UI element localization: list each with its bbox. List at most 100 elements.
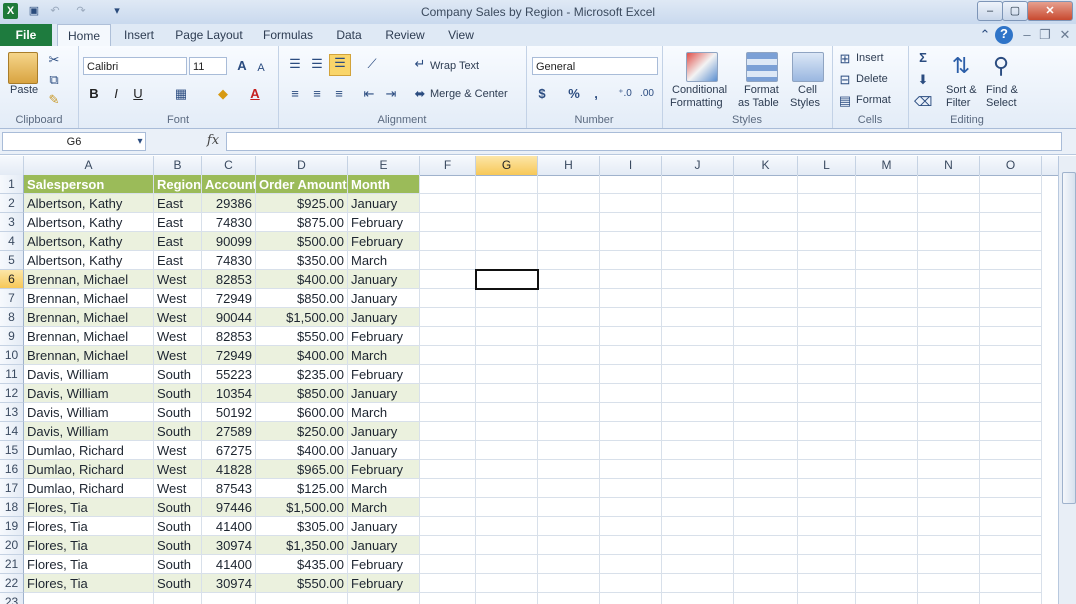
cell-j14[interactable] — [662, 422, 734, 441]
cell-k17[interactable] — [734, 479, 798, 498]
cell-o16[interactable] — [980, 460, 1042, 479]
cell-n14[interactable] — [918, 422, 980, 441]
cell-m7[interactable] — [856, 289, 918, 308]
cell-j5[interactable] — [662, 251, 734, 270]
column-header-n[interactable]: N — [918, 156, 980, 175]
cell-b21[interactable]: South — [154, 555, 202, 574]
cell-g10[interactable] — [476, 346, 538, 365]
delete-cells-button[interactable]: Delete — [856, 73, 888, 85]
cell-g7[interactable] — [476, 289, 538, 308]
cell-n3[interactable] — [918, 213, 980, 232]
cell-d19[interactable]: $305.00 — [256, 517, 348, 536]
cell-i11[interactable] — [600, 365, 662, 384]
cell-k3[interactable] — [734, 213, 798, 232]
cell-i19[interactable] — [600, 517, 662, 536]
cell-h11[interactable] — [538, 365, 600, 384]
cell-g19[interactable] — [476, 517, 538, 536]
cell-a16[interactable]: Dumlao, Richard — [24, 460, 154, 479]
cell-h7[interactable] — [538, 289, 600, 308]
column-header-c[interactable]: C — [202, 156, 256, 175]
autosum-icon[interactable]: Σ — [914, 50, 932, 66]
cell-e20[interactable]: January — [348, 536, 420, 555]
cell-n23[interactable] — [918, 593, 980, 604]
close-button[interactable]: ✕ — [1027, 1, 1073, 21]
cell-o11[interactable] — [980, 365, 1042, 384]
cell-d4[interactable]: $500.00 — [256, 232, 348, 251]
cell-k5[interactable] — [734, 251, 798, 270]
bottom-align-icon[interactable]: ☰ — [329, 54, 351, 76]
cell-j8[interactable] — [662, 308, 734, 327]
cell-l12[interactable] — [798, 384, 856, 403]
cell-k14[interactable] — [734, 422, 798, 441]
cell-e10[interactable]: March — [348, 346, 420, 365]
cell-k11[interactable] — [734, 365, 798, 384]
cell-c13[interactable]: 50192 — [202, 403, 256, 422]
cell-n11[interactable] — [918, 365, 980, 384]
cell-j22[interactable] — [662, 574, 734, 593]
cell-a21[interactable]: Flores, Tia — [24, 555, 154, 574]
row-header[interactable]: 8 — [0, 308, 24, 327]
cell-k4[interactable] — [734, 232, 798, 251]
help-icon[interactable]: ? — [995, 26, 1013, 44]
cell-k22[interactable] — [734, 574, 798, 593]
row-header[interactable]: 17 — [0, 479, 24, 498]
row-header[interactable]: 16 — [0, 460, 24, 479]
find-select-line2[interactable]: Select — [986, 97, 1017, 109]
cell-h5[interactable] — [538, 251, 600, 270]
cell-b5[interactable]: East — [154, 251, 202, 270]
insert-function-button[interactable]: fx — [205, 133, 221, 149]
cell-n12[interactable] — [918, 384, 980, 403]
cell-styles-line1[interactable]: Cell — [798, 84, 817, 96]
column-header-k[interactable]: K — [734, 156, 798, 175]
font-size-select[interactable]: 11 — [189, 57, 227, 75]
cell-m23[interactable] — [856, 593, 918, 604]
cell-o13[interactable] — [980, 403, 1042, 422]
cell-l9[interactable] — [798, 327, 856, 346]
cell-n6[interactable] — [918, 270, 980, 289]
cell-j12[interactable] — [662, 384, 734, 403]
cell-j9[interactable] — [662, 327, 734, 346]
cell-l3[interactable] — [798, 213, 856, 232]
cell-a4[interactable]: Albertson, Kathy — [24, 232, 154, 251]
cell-i2[interactable] — [600, 194, 662, 213]
cell-o4[interactable] — [980, 232, 1042, 251]
sort-filter-line2[interactable]: Filter — [946, 97, 970, 109]
conditional-formatting-icon[interactable] — [686, 52, 718, 82]
cell-k1[interactable] — [734, 175, 798, 194]
center-icon[interactable]: ≡ — [308, 86, 326, 102]
cell-g11[interactable] — [476, 365, 538, 384]
cell-n17[interactable] — [918, 479, 980, 498]
fill-color-icon[interactable]: ◆ — [214, 86, 232, 102]
cell-h2[interactable] — [538, 194, 600, 213]
cell-h9[interactable] — [538, 327, 600, 346]
cell-o20[interactable] — [980, 536, 1042, 555]
cell-c21[interactable]: 41400 — [202, 555, 256, 574]
maximize-button[interactable]: ▢ — [1002, 1, 1028, 21]
paste-icon[interactable] — [8, 52, 38, 84]
cell-a23[interactable] — [24, 593, 154, 604]
sort-filter-icon[interactable]: ⇅ — [948, 52, 974, 80]
cell-b22[interactable]: South — [154, 574, 202, 593]
cell-i15[interactable] — [600, 441, 662, 460]
cell-f11[interactable] — [420, 365, 476, 384]
cell-g21[interactable] — [476, 555, 538, 574]
cell-i12[interactable] — [600, 384, 662, 403]
cell-i8[interactable] — [600, 308, 662, 327]
cell-k2[interactable] — [734, 194, 798, 213]
row-header[interactable]: 10 — [0, 346, 24, 365]
cell-c5[interactable]: 74830 — [202, 251, 256, 270]
cell-o8[interactable] — [980, 308, 1042, 327]
cell-m6[interactable] — [856, 270, 918, 289]
cell-m1[interactable] — [856, 175, 918, 194]
shrink-font-icon[interactable]: A — [254, 60, 268, 76]
cell-i23[interactable] — [600, 593, 662, 604]
cell-a8[interactable]: Brennan, Michael — [24, 308, 154, 327]
cell-d18[interactable]: $1,500.00 — [256, 498, 348, 517]
cell-o19[interactable] — [980, 517, 1042, 536]
row-header[interactable]: 23 — [0, 593, 24, 604]
cell-c15[interactable]: 67275 — [202, 441, 256, 460]
bold-button[interactable]: B — [86, 86, 102, 102]
cell-l17[interactable] — [798, 479, 856, 498]
decrease-decimal-icon[interactable]: .00 — [638, 86, 656, 102]
cell-l19[interactable] — [798, 517, 856, 536]
